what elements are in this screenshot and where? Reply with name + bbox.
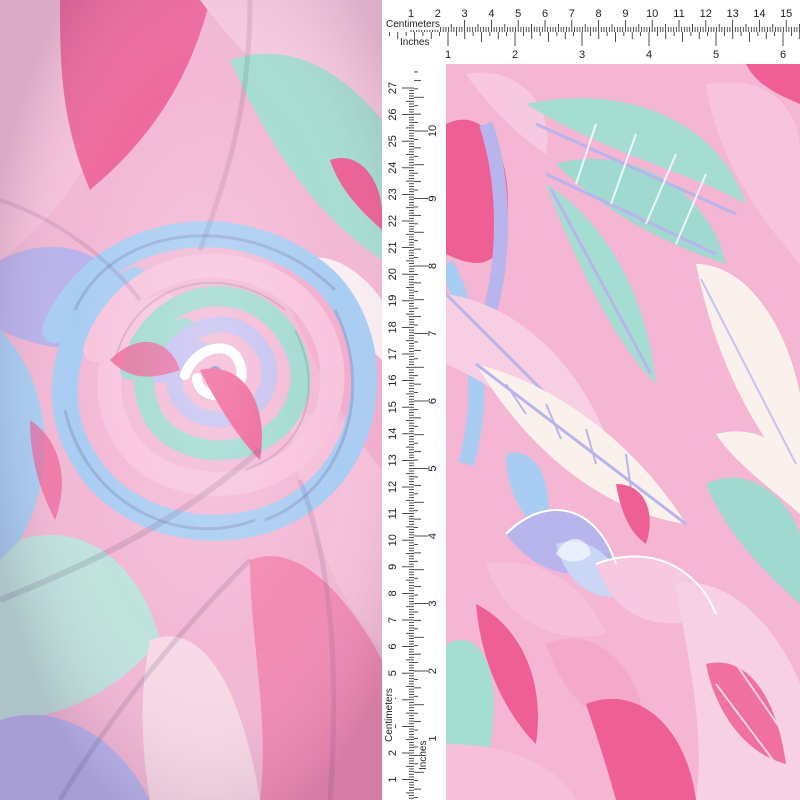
cm-tick-label: 1 bbox=[387, 777, 399, 783]
cm-tick-label: 19 bbox=[387, 295, 399, 307]
inch-tick-label: 5 bbox=[713, 49, 719, 61]
inch-tick-label: 4 bbox=[427, 533, 439, 539]
cm-tick-label: 25 bbox=[387, 135, 399, 147]
inch-tick-label: 6 bbox=[427, 398, 439, 404]
cm-tick-label: 11 bbox=[673, 8, 684, 20]
cm-tick-label: 10 bbox=[646, 8, 658, 20]
cm-tick-label: 26 bbox=[387, 108, 399, 120]
inch-tick-label: 7 bbox=[427, 330, 439, 336]
inch-tick-label: 8 bbox=[427, 263, 439, 269]
cm-tick-label: 7 bbox=[387, 617, 399, 623]
cm-tick-label: 14 bbox=[753, 8, 765, 20]
flat-fabric-print bbox=[446, 64, 800, 800]
ruler-side-inches: 10 9 8 7 6 5 4 3 2 1 bbox=[414, 64, 446, 800]
inch-tick-label: 4 bbox=[646, 49, 652, 61]
cm-tick-label: 4 bbox=[488, 8, 494, 20]
cm-tick-label: 13 bbox=[387, 454, 399, 466]
inch-tick-label: 3 bbox=[427, 600, 439, 606]
cm-tick-label: 22 bbox=[387, 215, 399, 227]
cm-tick-label: 14 bbox=[387, 428, 399, 440]
cm-tick-label: 27 bbox=[387, 82, 399, 94]
cm-tick-label: 16 bbox=[387, 374, 399, 386]
cm-tick-label: 6 bbox=[542, 8, 548, 20]
inch-tick-label: 10 bbox=[427, 125, 439, 137]
cm-tick-label: 12 bbox=[387, 481, 399, 493]
inch-tick-label: 2 bbox=[512, 49, 518, 61]
cm-tick-label: 15 bbox=[780, 8, 792, 20]
cm-tick-label: 8 bbox=[387, 590, 399, 596]
cm-tick-label: 13 bbox=[726, 8, 738, 20]
cm-tick-label: 2 bbox=[387, 750, 399, 756]
cm-tick-label: 18 bbox=[387, 321, 399, 333]
cm-tick-label: 10 bbox=[387, 534, 399, 546]
cm-tick-label: 23 bbox=[387, 188, 399, 200]
inches-label-side: Inches bbox=[418, 730, 429, 770]
cm-tick-label: 15 bbox=[387, 401, 399, 413]
cm-tick-label: 5 bbox=[515, 8, 521, 20]
ruler-top-centimeters: 1234567891011121314151 bbox=[382, 0, 800, 33]
cm-tick-label: 9 bbox=[387, 564, 399, 570]
swirled-fabric-photo bbox=[0, 0, 382, 800]
inch-tick-label: 1 bbox=[445, 49, 451, 61]
cm-tick-label: 8 bbox=[596, 8, 602, 20]
inch-tick-label: 5 bbox=[427, 465, 439, 471]
cm-tick-label: 3 bbox=[462, 8, 468, 20]
centimeters-label: Centimeters bbox=[386, 19, 440, 30]
cm-tick-label: 9 bbox=[622, 8, 628, 20]
cm-tick-label: 6 bbox=[387, 644, 399, 650]
inch-tick-label: 6 bbox=[780, 49, 786, 61]
cm-tick-label: 24 bbox=[387, 162, 399, 174]
cm-tick-label: 5 bbox=[387, 670, 399, 676]
cm-tick-label: 12 bbox=[700, 8, 712, 20]
cm-tick-label: 20 bbox=[387, 268, 399, 280]
inch-tick-label: 2 bbox=[427, 668, 439, 674]
cm-tick-label: 7 bbox=[569, 8, 575, 20]
cm-tick-label: 21 bbox=[387, 241, 399, 253]
inch-tick-label: 3 bbox=[579, 49, 585, 61]
cm-tick-label: 11 bbox=[387, 508, 399, 519]
inch-tick-label: 9 bbox=[427, 195, 439, 201]
inches-label: Inches bbox=[400, 37, 430, 48]
centimeters-label-side: Centimeters bbox=[384, 682, 395, 742]
cm-tick-label: 17 bbox=[387, 348, 399, 360]
ruler-top-inches: 1 2 3 4 5 6 bbox=[382, 32, 800, 64]
